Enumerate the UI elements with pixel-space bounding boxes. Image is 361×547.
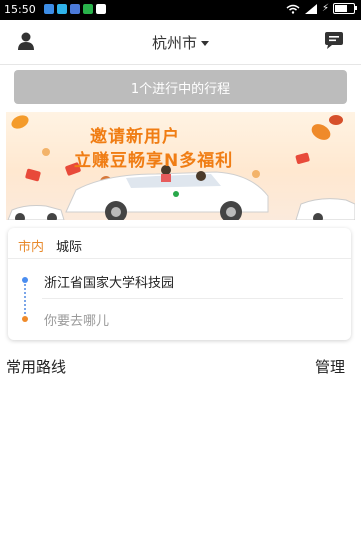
mail-icon [70,4,80,14]
battery-icon [333,3,357,14]
tab-city[interactable]: 市内 [18,236,44,255]
message-icon[interactable] [323,31,345,51]
trip-type-tabs: 市内 城际 [18,236,82,255]
status-time: 15:50 [4,3,36,16]
manage-routes-button[interactable]: 管理 [315,356,345,377]
ongoing-trip-label: 1个进行中的行程 [130,81,231,97]
status-bar: 15:50 ⚡ [0,0,361,20]
destination-dot-icon [22,316,28,322]
destination-input[interactable]: 你要去哪儿 [44,310,109,329]
message-icon [44,4,54,14]
signal-icon [304,3,317,14]
route-connector [24,284,26,314]
promo-banner[interactable]: 邀请新用户 立赚豆畅享N多福利 [6,112,355,220]
common-routes-title: 常用路线 [6,358,67,376]
ongoing-trip-button[interactable]: 1个进行中的行程 [14,70,347,104]
origin-field[interactable]: 浙江省国家大学科技园 [44,272,174,291]
city-selector[interactable]: 杭州市 [0,32,361,53]
chevron-down-icon [201,41,209,46]
chat-icon [57,4,67,14]
tab-intercity[interactable]: 城际 [56,236,82,255]
divider [42,298,343,299]
status-right: ⚡ [286,3,357,14]
app-header: 杭州市 [0,20,361,65]
banner-subheadline: 立赚豆畅享N多福利 [74,151,234,171]
banner-headline: 邀请新用户 [90,127,180,147]
wechat-icon [83,4,93,14]
charging-icon: ⚡ [321,3,329,14]
origin-dot-icon [22,277,28,283]
city-name: 杭州市 [151,34,197,52]
app-icon [96,4,106,14]
notification-icons [44,4,106,14]
divider [8,258,351,259]
battery-fill [335,5,347,12]
wifi-icon [286,4,300,14]
route-panel: 市内 城际 浙江省国家大学科技园 你要去哪儿 [8,228,351,340]
